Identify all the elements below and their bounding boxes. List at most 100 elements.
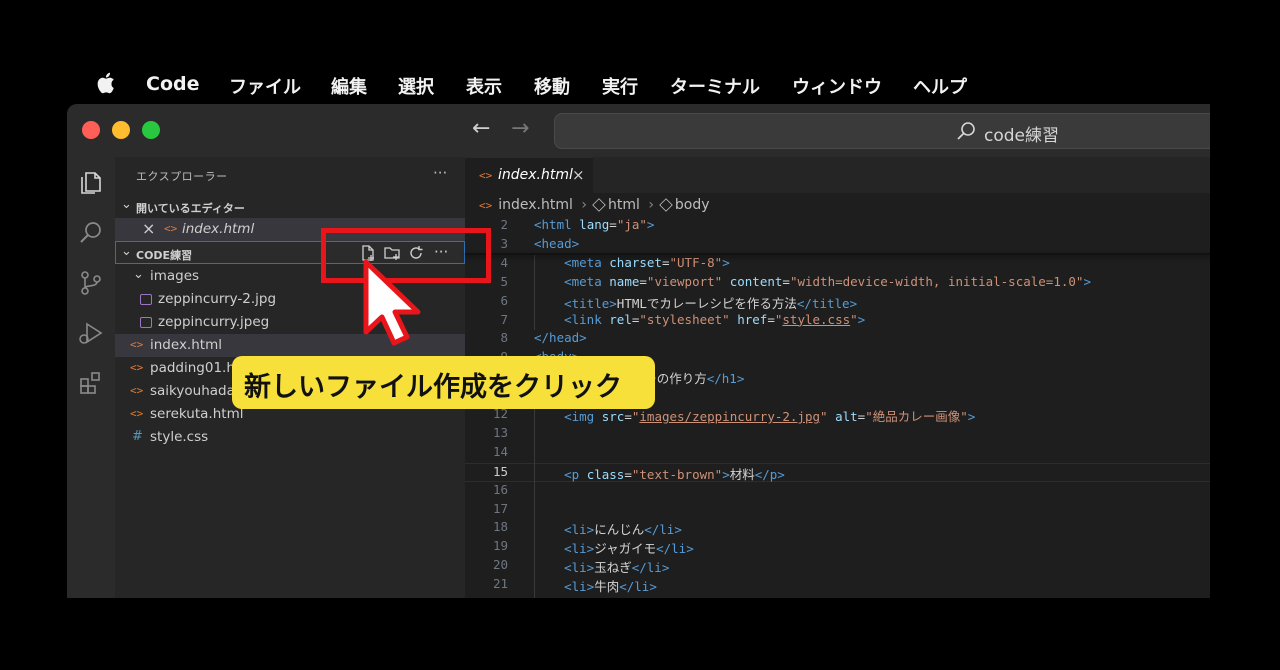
maximize-window-button[interactable] <box>142 121 160 139</box>
run-debug-icon[interactable] <box>77 319 105 347</box>
explorer-title: エクスプローラー <box>136 170 228 183</box>
sticky-scroll-divider <box>465 253 1210 255</box>
open-editors-header[interactable]: ⌄ 開いているエディター <box>115 195 465 218</box>
line-number: 13 <box>492 424 508 440</box>
code-text: <li>ジャガイモ</li> <box>564 541 694 557</box>
code-line[interactable]: 5 <meta name="viewport" content="width=d… <box>465 274 1210 293</box>
code-line[interactable]: 17 <box>465 501 1210 520</box>
code-text: <title>HTMLでカレーレシピを作る方法</title> <box>564 295 858 311</box>
element-icon <box>659 198 673 212</box>
tree-file[interactable]: # style.css <box>115 426 465 449</box>
title-bar: ← → code練習 <box>67 104 1210 157</box>
code-text: <p class="text-brown">材料</p> <box>564 466 785 482</box>
breadcrumb-item[interactable]: index.html <box>498 197 573 213</box>
line-number: 8 <box>500 330 508 346</box>
menu-edit[interactable]: 編集 <box>331 73 367 99</box>
menu-window[interactable]: ウィンドウ <box>792 73 882 99</box>
open-editor-filename: index.html <box>182 221 255 237</box>
search-icon <box>957 122 975 140</box>
code-line[interactable]: 20 <li>玉ねぎ</li> <box>465 557 1210 576</box>
tab-bar: <> index.html × <box>465 157 1210 193</box>
code-line[interactable]: 7 <link rel="stylesheet" href="style.css… <box>465 312 1210 331</box>
code-line[interactable]: 21 <li>牛肉</li> <box>465 576 1210 595</box>
html-file-icon: <> <box>164 222 178 235</box>
css-file-icon: # <box>132 429 143 444</box>
code-line[interactable]: 16 <box>465 482 1210 501</box>
line-number: 18 <box>492 519 508 535</box>
menu-file[interactable]: ファイル <box>229 73 301 99</box>
image-file-icon <box>140 317 152 328</box>
chevron-right-icon: › <box>648 197 654 213</box>
explorer-icon[interactable] <box>77 169 105 197</box>
file-name: padding01.ht <box>150 360 241 376</box>
extensions-icon[interactable] <box>77 369 105 397</box>
element-icon <box>592 198 606 212</box>
menu-selection[interactable]: 選択 <box>398 73 434 99</box>
tab-close-icon[interactable]: × <box>572 166 585 184</box>
image-file-icon <box>140 294 152 305</box>
search-text: code練習 <box>984 126 1059 146</box>
close-window-button[interactable] <box>82 121 100 139</box>
instruction-callout: 新しいファイル作成をクリック <box>232 356 655 409</box>
menu-view[interactable]: 表示 <box>466 73 502 99</box>
line-number: 22 <box>465 595 508 598</box>
apple-logo-icon[interactable] <box>96 70 118 96</box>
code-line[interactable]: 6 <title>HTMLでカレーレシピを作る方法</title> <box>465 293 1210 312</box>
line-number: 16 <box>492 481 508 497</box>
tab-index-html[interactable]: <> index.html × <box>465 157 593 193</box>
breadcrumb-item[interactable]: html <box>608 197 640 213</box>
file-name: saikyouhadan <box>150 383 244 399</box>
source-control-icon[interactable] <box>77 269 105 297</box>
menu-help[interactable]: ヘルプ <box>913 73 967 99</box>
html-file-icon: <> <box>130 407 144 420</box>
code-text: <li>にんじん</li> <box>564 522 682 538</box>
minimize-window-button[interactable] <box>112 121 130 139</box>
line-number: 14 <box>492 443 508 459</box>
file-name: style.css <box>150 429 209 445</box>
forward-arrow-icon[interactable]: → <box>511 116 529 141</box>
code-line[interactable]: 4 <meta charset="UTF-8"> <box>465 255 1210 274</box>
code-line[interactable]: 22 <li>水</li> <box>465 595 1210 598</box>
html-file-icon: <> <box>479 169 493 182</box>
code-line[interactable]: 14 <box>465 444 1210 463</box>
activity-bar <box>67 157 115 598</box>
html-file-icon: <> <box>130 338 144 351</box>
search-sidebar-icon[interactable] <box>77 219 105 247</box>
line-number: 21 <box>492 576 508 592</box>
back-arrow-icon[interactable]: ← <box>472 116 490 141</box>
breadcrumb-item[interactable]: body <box>675 197 710 213</box>
command-center-search[interactable]: code練習 <box>554 113 1210 149</box>
menu-run[interactable]: 実行 <box>602 73 638 99</box>
code-line[interactable]: 8 </head> <box>465 330 1210 349</box>
code-line[interactable]: 2 <html lang="ja"> <box>465 217 1210 236</box>
menu-code[interactable]: Code <box>146 73 199 95</box>
chevron-down-icon: ⌄ <box>121 244 132 259</box>
mouse-pointer-icon <box>363 259 421 346</box>
code-line[interactable]: 13 <box>465 425 1210 444</box>
chevron-down-icon: ⌄ <box>121 197 132 212</box>
code-text: <li>水</li> <box>534 595 644 598</box>
menu-go[interactable]: 移動 <box>534 73 570 99</box>
line-number: 15 <box>492 463 508 479</box>
vscode-window: ← → code練習 エクスプローラー ··· ⌄ 開いているエディター × <… <box>67 104 1210 598</box>
macos-menubar: Code ファイル 編集 選択 表示 移動 実行 ターミナル ウィンドウ ヘルプ <box>0 62 1280 106</box>
line-number: 17 <box>492 500 508 516</box>
code-line[interactable]: 19 <li>ジャガイモ</li> <box>465 538 1210 557</box>
open-editors-label: 開いているエディター <box>136 202 245 215</box>
code-text: <meta name="viewport" content="width=dev… <box>564 273 1091 289</box>
code-line[interactable]: 15 <p class="text-brown">材料</p> <box>465 462 1210 482</box>
folder-name: images <box>150 268 200 284</box>
line-number: 6 <box>500 292 508 308</box>
line-number: 19 <box>492 538 508 554</box>
tab-label: index.html <box>498 167 573 183</box>
file-name: zeppincurry.jpeg <box>158 314 270 330</box>
code-text: <link rel="stylesheet" href="style.css"> <box>564 311 866 327</box>
line-number: 20 <box>492 557 508 573</box>
close-icon[interactable]: × <box>142 219 155 238</box>
explorer-more-icon[interactable]: ··· <box>433 164 447 182</box>
file-name: zeppincurry-2.jpg <box>158 291 277 307</box>
code-text: <li>玉ねぎ</li> <box>564 560 670 576</box>
file-name: index.html <box>150 337 222 353</box>
menu-terminal[interactable]: ターミナル <box>670 73 760 99</box>
code-line[interactable]: 18 <li>にんじん</li> <box>465 519 1210 538</box>
